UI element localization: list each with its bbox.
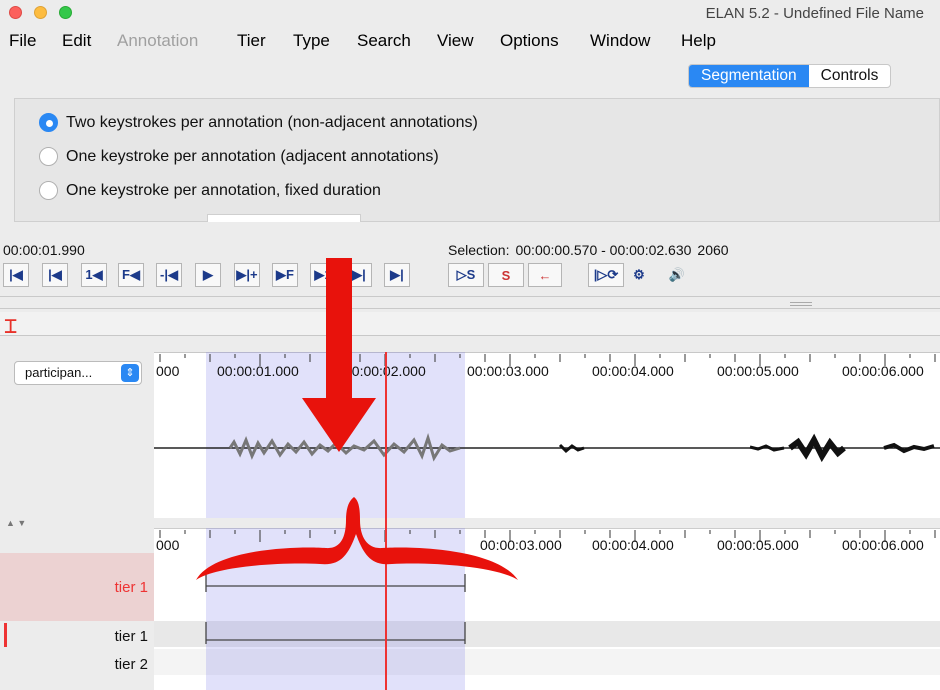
- down-arrow-icon: [302, 258, 376, 452]
- overlay-arrows-svg: [196, 258, 518, 580]
- curly-brace-icon: [196, 497, 518, 580]
